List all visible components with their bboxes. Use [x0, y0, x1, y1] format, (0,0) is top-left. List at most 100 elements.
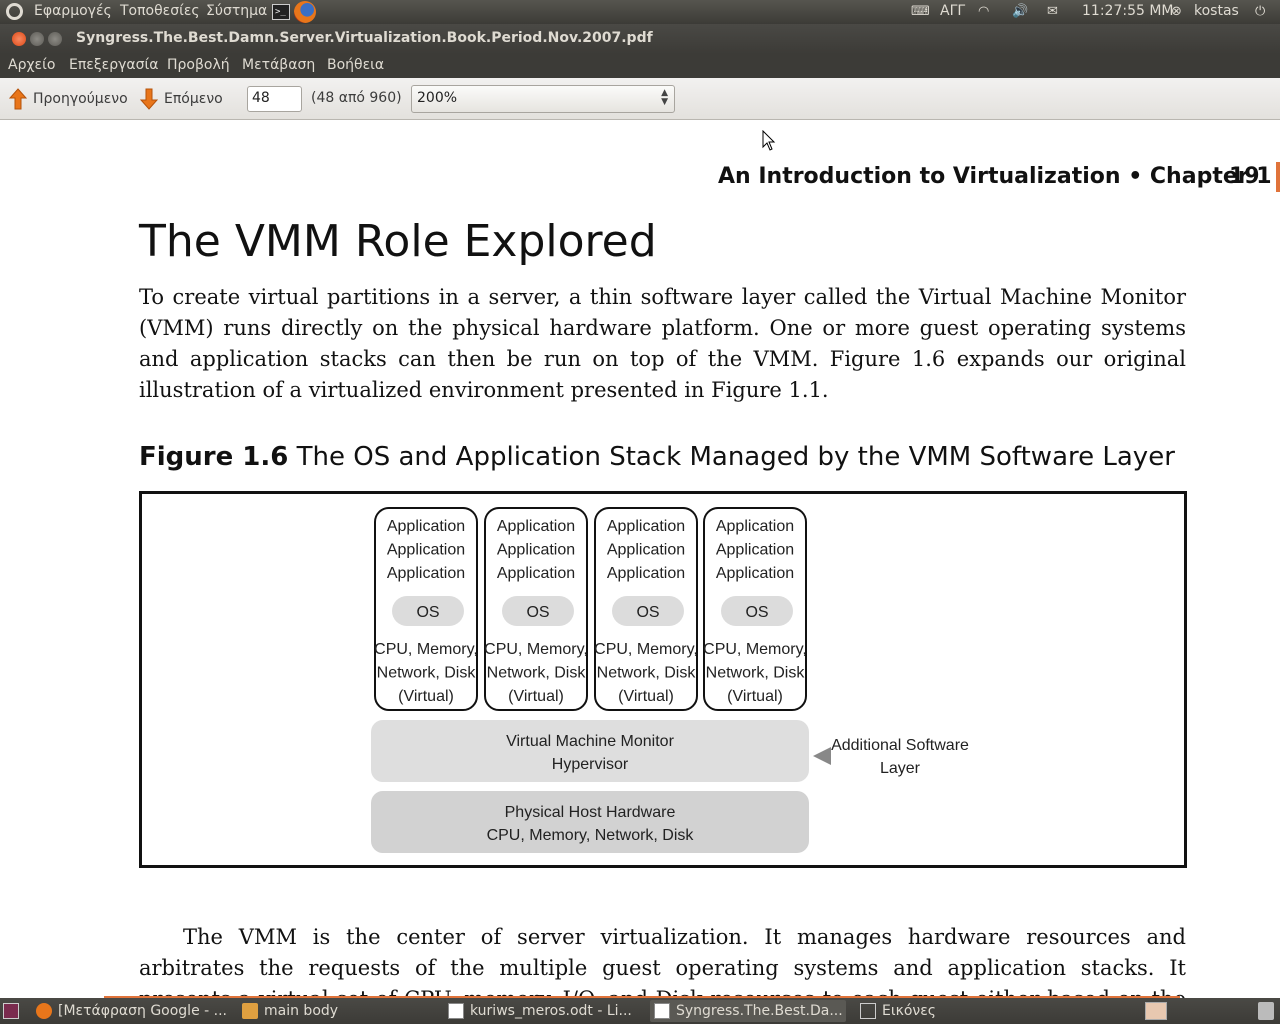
- vmm-label: Virtual Machine Monitor: [506, 733, 674, 750]
- user-name[interactable]: kostas: [1194, 3, 1239, 19]
- virtual-resources-label: Network, Disk: [487, 665, 587, 682]
- document-icon: [448, 1003, 464, 1019]
- body-paragraph-2: The VMM is the center of server virtuali…: [139, 925, 1186, 998]
- ubuntu-logo-icon[interactable]: [6, 3, 23, 20]
- folder-icon: [242, 1003, 258, 1019]
- application-label: Application: [387, 542, 465, 559]
- virtual-resources-label: (Virtual): [398, 688, 454, 705]
- menubar: Αρχείο Επεξεργασία Προβολή Μετάβαση Βοήθ…: [0, 54, 1280, 78]
- application-label: Application: [607, 518, 685, 535]
- workspace-switcher-icon[interactable]: [1145, 1002, 1167, 1020]
- task-main-body[interactable]: main body: [238, 1000, 438, 1022]
- application-label: Application: [497, 565, 575, 582]
- bottom-panel: [Μετάφραση Google - ... main body kuriws…: [0, 998, 1280, 1024]
- task-label: kuriws_meros.odt - Li...: [470, 1003, 632, 1019]
- task-label: Syngress.The.Best.Da...: [676, 1003, 843, 1019]
- virtual-resources-label: Network, Disk: [706, 665, 806, 682]
- previous-page-button[interactable]: Προηγούμενο: [9, 86, 128, 112]
- application-label: Application: [497, 542, 575, 559]
- pdf-icon: [654, 1003, 670, 1019]
- hardware-label: CPU, Memory, Network, Disk: [487, 827, 695, 844]
- virtual-resources-label: CPU, Memory,: [703, 641, 807, 658]
- window-title: Syngress.The.Best.Damn.Server.Virtualiza…: [76, 30, 653, 46]
- maximize-window-button[interactable]: [48, 32, 62, 46]
- application-label: Application: [716, 518, 794, 535]
- task-label: main body: [264, 1003, 339, 1019]
- places-menu[interactable]: Τοποθεσίες: [120, 3, 200, 19]
- menu-file[interactable]: Αρχείο: [8, 57, 55, 73]
- task-google-translate[interactable]: [Μετάφραση Google - ...: [32, 1000, 228, 1022]
- task-writer-document[interactable]: kuriws_meros.odt - Li...: [444, 1000, 640, 1022]
- running-head: An Introduction to Virtualization • Chap…: [718, 164, 1272, 189]
- annotation-label: Additional Software: [831, 737, 969, 754]
- volume-icon[interactable]: 🔊: [1012, 5, 1028, 19]
- spin-arrows-icon: ▲ ▼: [661, 88, 668, 107]
- menu-go[interactable]: Μετάβαση: [242, 57, 315, 73]
- body-paragraph-1: To create virtual partitions in a server…: [139, 285, 1186, 402]
- next-page-label: Επόμενο: [164, 91, 223, 107]
- arrow-up-icon: [9, 88, 27, 110]
- menu-view[interactable]: Προβολή: [167, 57, 230, 73]
- power-icon[interactable]: ⏻: [1255, 5, 1265, 19]
- figure-caption: Figure 1.6 The OS and Application Stack …: [139, 442, 1175, 472]
- task-label: Εικόνες: [882, 1003, 937, 1019]
- virtual-resources-label: Network, Disk: [377, 665, 477, 682]
- application-label: Application: [387, 518, 465, 535]
- application-label: Application: [607, 565, 685, 582]
- next-page-button[interactable]: Επόμενο: [140, 86, 223, 112]
- window-icon: [860, 1003, 876, 1019]
- menu-edit[interactable]: Επεξεργασία: [69, 57, 158, 73]
- section-title: The VMM Role Explored: [139, 216, 657, 267]
- virtual-resources-label: CPU, Memory,: [594, 641, 698, 658]
- figure-1-6: Application Application Application OS CPU, …: [139, 491, 1187, 868]
- menu-help[interactable]: Βοήθεια: [327, 57, 384, 73]
- task-label: [Μετάφραση Google - ...: [58, 1003, 227, 1019]
- mail-icon[interactable]: ✉: [1047, 5, 1058, 19]
- clock[interactable]: 11:27:55 ΜΜ: [1082, 3, 1174, 19]
- application-label: Application: [716, 542, 794, 559]
- vmm-stack-diagram: Application Application Application OS CPU, …: [371, 507, 969, 853]
- virtual-resources-label: (Virtual): [727, 688, 783, 705]
- application-label: Application: [716, 565, 794, 582]
- arrow-down-icon: [140, 88, 158, 110]
- virtual-resources-label: Network, Disk: [597, 665, 697, 682]
- terminal-icon[interactable]: >_: [272, 4, 290, 20]
- figure-label: Figure 1.6: [139, 442, 289, 472]
- applications-menu[interactable]: Εφαρμογές: [34, 3, 112, 19]
- virtual-resources-label: (Virtual): [618, 688, 674, 705]
- keyboard-layout-indicator[interactable]: ΑΓΓ: [940, 3, 965, 19]
- os-label: OS: [526, 604, 549, 621]
- application-label: Application: [607, 542, 685, 559]
- zoom-value: 200%: [417, 90, 458, 106]
- firefox-icon[interactable]: [294, 1, 316, 23]
- page-number: 19: [1229, 164, 1260, 189]
- pdf-page: An Introduction to Virtualization • Chap…: [2, 120, 1280, 998]
- annotation-label: Layer: [880, 760, 921, 777]
- os-label: OS: [745, 604, 768, 621]
- vmm-label: Hypervisor: [552, 756, 629, 773]
- mouse-cursor-icon: [762, 130, 776, 151]
- virtual-resources-label: CPU, Memory,: [374, 641, 478, 658]
- virtual-resources-label: (Virtual): [508, 688, 564, 705]
- page-number-input[interactable]: 48: [247, 86, 302, 112]
- task-pdf-viewer[interactable]: Syngress.The.Best.Da...: [650, 1000, 846, 1022]
- figure-title: The OS and Application Stack Managed by …: [296, 442, 1175, 472]
- previous-page-label: Προηγούμενο: [33, 91, 128, 107]
- keyboard-icon[interactable]: ⌨: [911, 5, 930, 19]
- close-window-button[interactable]: [12, 32, 26, 46]
- window-titlebar[interactable]: Syngress.The.Best.Damn.Server.Virtualiza…: [0, 24, 1280, 54]
- show-desktop-icon[interactable]: [3, 1003, 19, 1019]
- wifi-icon[interactable]: ◠: [978, 5, 989, 19]
- page-edge-tab: [1276, 162, 1280, 192]
- pointer-arrow-icon: [813, 747, 831, 765]
- zoom-select[interactable]: 200% ▲ ▼: [411, 85, 675, 113]
- application-label: Application: [497, 518, 575, 535]
- virtual-resources-label: CPU, Memory,: [484, 641, 588, 658]
- application-label: Application: [387, 565, 465, 582]
- minimize-window-button[interactable]: [30, 32, 44, 46]
- system-menu[interactable]: Σύστημα: [206, 3, 267, 19]
- document-view[interactable]: An Introduction to Virtualization • Chap…: [0, 120, 1280, 998]
- hardware-label: Physical Host Hardware: [505, 804, 676, 821]
- trash-icon[interactable]: [1258, 1002, 1274, 1020]
- task-images[interactable]: Εικόνες: [856, 1000, 1056, 1022]
